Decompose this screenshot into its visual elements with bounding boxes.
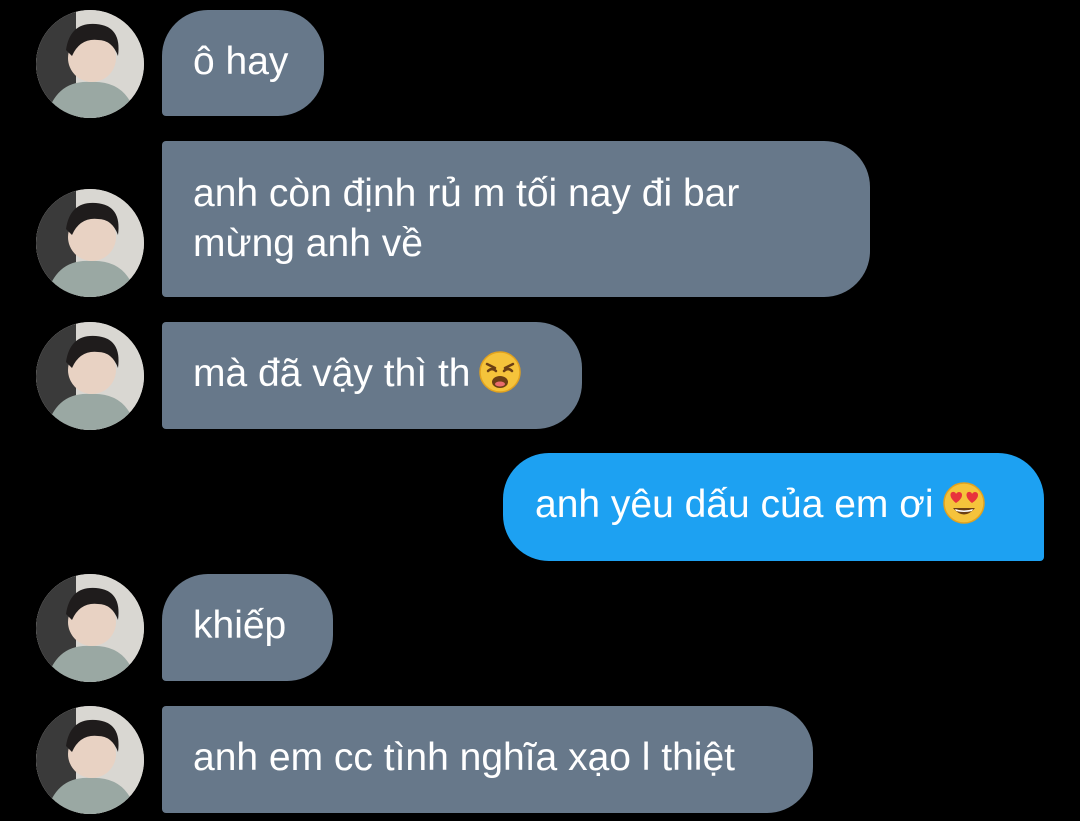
avatar-photo (36, 706, 144, 814)
incoming-message[interactable]: mà đã vậy thì th (162, 322, 582, 429)
incoming-message[interactable]: khiếp (162, 574, 333, 681)
avatar[interactable] (36, 189, 144, 297)
message-text: ô hay (193, 40, 289, 83)
avatar-photo (36, 189, 144, 297)
message-text: mà đã vậy thì th (193, 352, 471, 395)
message-text: anh còn định rủ m tối nay đi bar mừng an… (193, 172, 740, 265)
incoming-message[interactable]: ô hay (162, 10, 324, 116)
message-text: khiếp (193, 604, 287, 647)
incoming-message[interactable]: anh em cc tình nghĩa xạo l thiệt (162, 706, 813, 813)
outgoing-message[interactable]: anh yêu dấu của em ơi (503, 453, 1044, 561)
message-text: anh yêu dấu của em ơi (535, 483, 934, 526)
avatar-photo (36, 574, 144, 682)
weary-face-icon (478, 350, 522, 394)
avatar[interactable] (36, 574, 144, 682)
message-text: anh em cc tình nghĩa xạo l thiệt (193, 736, 736, 779)
avatar[interactable] (36, 10, 144, 118)
avatar-photo (36, 10, 144, 118)
avatar[interactable] (36, 706, 144, 814)
incoming-message[interactable]: anh còn định rủ m tối nay đi bar mừng an… (162, 141, 870, 297)
heart-eyes-face-icon (942, 481, 986, 525)
avatar[interactable] (36, 322, 144, 430)
avatar-photo (36, 322, 144, 430)
